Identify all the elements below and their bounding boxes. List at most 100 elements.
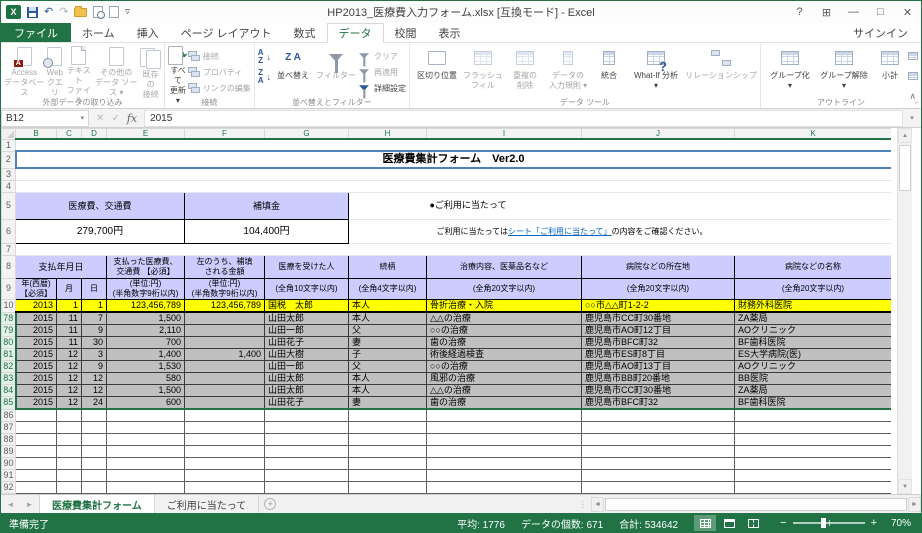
empty-cell[interactable] — [349, 457, 427, 469]
cell-relation[interactable]: 父 — [349, 325, 427, 337]
row-header[interactable]: 79 — [2, 325, 16, 337]
row-header[interactable]: 1 — [2, 139, 16, 151]
cell-day[interactable]: 12 — [82, 385, 107, 397]
empty-cell[interactable] — [265, 433, 349, 445]
expense-value-cell[interactable]: 279,700円 — [16, 219, 185, 243]
subheader-location[interactable]: (全角20文字以内) — [582, 278, 735, 299]
empty-cell[interactable] — [185, 433, 265, 445]
row-header[interactable]: 6 — [2, 219, 16, 243]
cell-compensation[interactable] — [185, 325, 265, 337]
cell-address[interactable]: ○○市△△町1-2-2 — [582, 299, 735, 312]
cell-treatment[interactable]: △△の治療 — [427, 385, 582, 397]
subheader-hospital[interactable]: (全角20文字以内) — [735, 278, 892, 299]
cell-hospital[interactable]: BF歯科医院 — [735, 397, 892, 410]
refresh-all-button[interactable]: ⟳ すべて 更新 ▾ — [168, 44, 188, 98]
empty-cell[interactable] — [185, 409, 265, 421]
cell-hospital[interactable]: ZA薬局 — [735, 312, 892, 325]
column-header-G[interactable]: G — [265, 129, 349, 140]
compensation-value-cell[interactable]: 104,400円 — [185, 219, 349, 243]
tab-data[interactable]: データ — [327, 23, 384, 43]
sort-ascending-button[interactable]: A Z ↓ — [258, 50, 271, 64]
expense-label-cell[interactable]: 医療費、交通費 — [16, 192, 185, 219]
cell-year[interactable]: 2013 — [16, 299, 57, 312]
cell-amount[interactable]: 580 — [107, 373, 185, 385]
sheet-tab-form[interactable]: 医療費集計フォーム — [39, 495, 155, 513]
tab-file[interactable]: ファイル — [1, 23, 71, 42]
sign-in-link[interactable]: サインイン — [853, 23, 921, 42]
cell-hospital[interactable]: BF歯科医院 — [735, 337, 892, 349]
compensation-label-cell[interactable]: 補填金 — [185, 192, 349, 219]
empty-cell[interactable] — [427, 445, 582, 457]
normal-view-button[interactable] — [694, 515, 716, 531]
formula-bar-expand-icon[interactable]: ▾ — [903, 114, 921, 122]
empty-cell[interactable] — [16, 243, 892, 255]
empty-cell[interactable] — [16, 409, 57, 421]
empty-cell[interactable] — [107, 457, 185, 469]
cell-relation[interactable]: 本人 — [349, 312, 427, 325]
empty-cell[interactable] — [265, 457, 349, 469]
other-sources-button[interactable]: その他の データ ソース ▾ — [92, 44, 140, 98]
empty-cell[interactable] — [16, 445, 57, 457]
cell-year[interactable]: 2015 — [16, 373, 57, 385]
cell-amount[interactable]: 1,530 — [107, 361, 185, 373]
cell-treatment[interactable]: 歯の治療 — [427, 337, 582, 349]
sort-button[interactable]: Z A 並べ替え — [271, 44, 315, 98]
cell-person[interactable]: 山田花子 — [265, 397, 349, 410]
cell-compensation[interactable] — [185, 397, 265, 410]
header-hospital[interactable]: 病院などの名称 — [735, 255, 892, 278]
empty-cell[interactable] — [582, 469, 735, 481]
empty-cell[interactable] — [82, 433, 107, 445]
empty-cell[interactable] — [349, 433, 427, 445]
new-sheet-button[interactable]: + — [259, 495, 281, 513]
zoom-in-button[interactable]: + — [871, 517, 877, 529]
ribbon-display-options-button[interactable]: ⊞ — [813, 1, 840, 23]
cell-hospital[interactable]: 財務外科医院 — [735, 299, 892, 312]
empty-cell[interactable] — [582, 481, 735, 493]
cell-treatment[interactable]: 歯の治療 — [427, 397, 582, 410]
column-header-B[interactable]: B — [16, 129, 57, 140]
empty-cell[interactable] — [82, 445, 107, 457]
help-button[interactable]: ? — [786, 1, 813, 23]
zoom-percentage[interactable]: 70% — [883, 518, 911, 529]
cell-year[interactable]: 2015 — [16, 349, 57, 361]
empty-cell[interactable] — [57, 469, 82, 481]
connections-button[interactable]: 接続 — [188, 49, 251, 63]
cell-treatment[interactable]: 術後経過検査 — [427, 349, 582, 361]
column-header-D[interactable]: D — [82, 129, 107, 140]
subheader-person[interactable]: (全角10文字以内) — [265, 278, 349, 299]
reapply-button[interactable]: 再適用 — [357, 65, 406, 79]
empty-cell[interactable] — [265, 409, 349, 421]
subheader-year[interactable]: 年(西暦) 【必須】 — [16, 278, 57, 299]
select-all-button[interactable] — [2, 129, 16, 140]
subheader-treatment[interactable]: (全角20文字以内) — [427, 278, 582, 299]
empty-cell[interactable] — [82, 421, 107, 433]
column-header-F[interactable]: F — [185, 129, 265, 140]
cell-compensation[interactable]: 1,400 — [185, 349, 265, 361]
empty-cell[interactable] — [82, 481, 107, 493]
empty-cell[interactable] — [57, 457, 82, 469]
cell-amount[interactable]: 1,400 — [107, 349, 185, 361]
cell-treatment[interactable]: △△の治療 — [427, 312, 582, 325]
subheader-relation[interactable]: (全角4文字以内) — [349, 278, 427, 299]
hide-detail-button[interactable] — [908, 69, 918, 83]
empty-cell[interactable] — [16, 481, 57, 493]
empty-cell[interactable] — [349, 421, 427, 433]
empty-cell[interactable] — [582, 433, 735, 445]
maximize-button[interactable]: □ — [867, 1, 894, 23]
cell-compensation[interactable] — [185, 373, 265, 385]
web-query-button[interactable]: Web クエリ — [45, 44, 65, 98]
cell-relation[interactable]: 妻 — [349, 397, 427, 410]
empty-cell[interactable] — [57, 433, 82, 445]
row-header[interactable]: 84 — [2, 385, 16, 397]
cell-treatment[interactable]: ○○の治療 — [427, 361, 582, 373]
tab-formulas[interactable]: 数式 — [283, 23, 327, 42]
subheader-unit2[interactable]: (単位:円) (半角数字9桁以内) — [185, 278, 265, 299]
empty-cell[interactable] — [265, 421, 349, 433]
column-header-E[interactable]: E — [107, 129, 185, 140]
cell-day[interactable]: 3 — [82, 349, 107, 361]
empty-cell[interactable] — [82, 469, 107, 481]
cell-compensation[interactable] — [185, 337, 265, 349]
cell-day[interactable]: 9 — [82, 361, 107, 373]
relationships-button[interactable]: リレーションシップ — [685, 44, 757, 98]
tab-home[interactable]: ホーム — [71, 23, 126, 42]
